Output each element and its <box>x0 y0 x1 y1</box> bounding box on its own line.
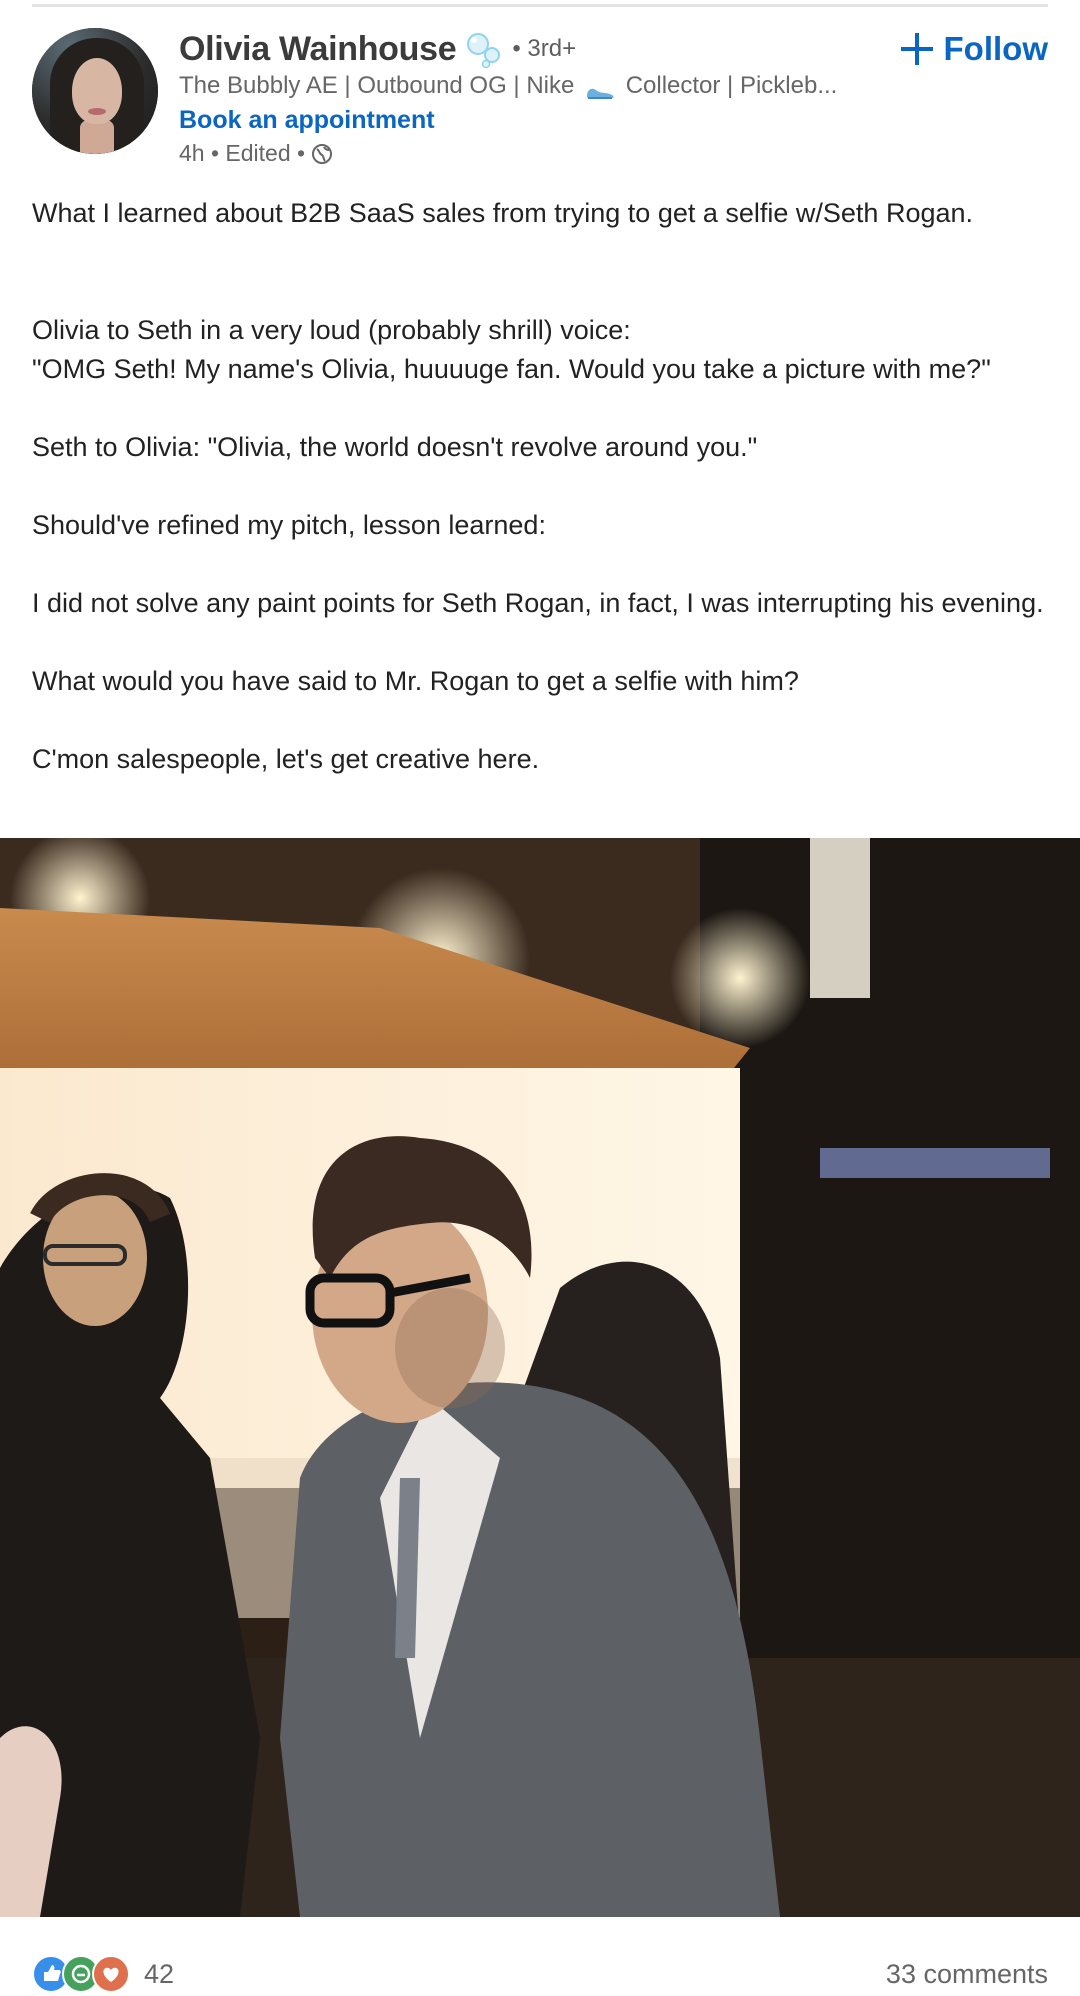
headline-part-1: The Bubbly AE | Outbound OG | Nike <box>179 72 575 99</box>
post-body: What I learned about B2B SaaS sales from… <box>32 194 1052 779</box>
post-time: 4h • Edited • <box>179 140 306 166</box>
author-name[interactable]: Olivia Wainhouse <box>179 30 457 69</box>
follow-button[interactable]: Follow <box>900 30 1048 68</box>
post-line: Seth to Olivia: "Olivia, the world doesn… <box>32 432 758 462</box>
author-name-row: Olivia Wainhouse • 3rd+ <box>179 26 576 72</box>
connection-degree: • 3rd+ <box>512 35 577 62</box>
post-line: Should've refined my pitch, lesson learn… <box>32 510 546 540</box>
post-line: C'mon salespeople, let's get creative he… <box>32 744 540 774</box>
post-line: What I learned about B2B SaaS sales from… <box>32 198 974 228</box>
feed-divider <box>32 4 1048 7</box>
globe-icon <box>311 143 333 165</box>
post-meta: 4h • Edited • <box>179 140 333 167</box>
follow-label: Follow <box>943 30 1048 67</box>
bubbles-icon <box>464 29 504 69</box>
post-line: What would you have said to Mr. Rogan to… <box>32 666 799 696</box>
post-line: I did not solve any paint points for Set… <box>32 588 1044 618</box>
post-photo[interactable] <box>0 838 1080 1917</box>
reaction-count: 42 <box>144 1958 175 1989</box>
headline-part-2: Collector | Pickleb... <box>625 72 838 99</box>
comments-count[interactable]: 33 comments <box>886 1959 1048 1990</box>
author-headline: The Bubbly AE | Outbound OG | Nike Colle… <box>179 72 837 100</box>
book-appointment-link[interactable]: Book an appointment <box>179 106 435 135</box>
shoe-icon <box>585 79 615 99</box>
plus-icon <box>900 32 934 66</box>
author-avatar[interactable] <box>32 28 158 154</box>
post-line: Olivia to Seth in a very loud (probably … <box>32 315 631 345</box>
post-line: "OMG Seth! My name's Olivia, huuuuge fan… <box>32 354 991 384</box>
reactions-summary[interactable]: 42 <box>32 1955 174 1993</box>
love-icon <box>92 1955 130 1993</box>
